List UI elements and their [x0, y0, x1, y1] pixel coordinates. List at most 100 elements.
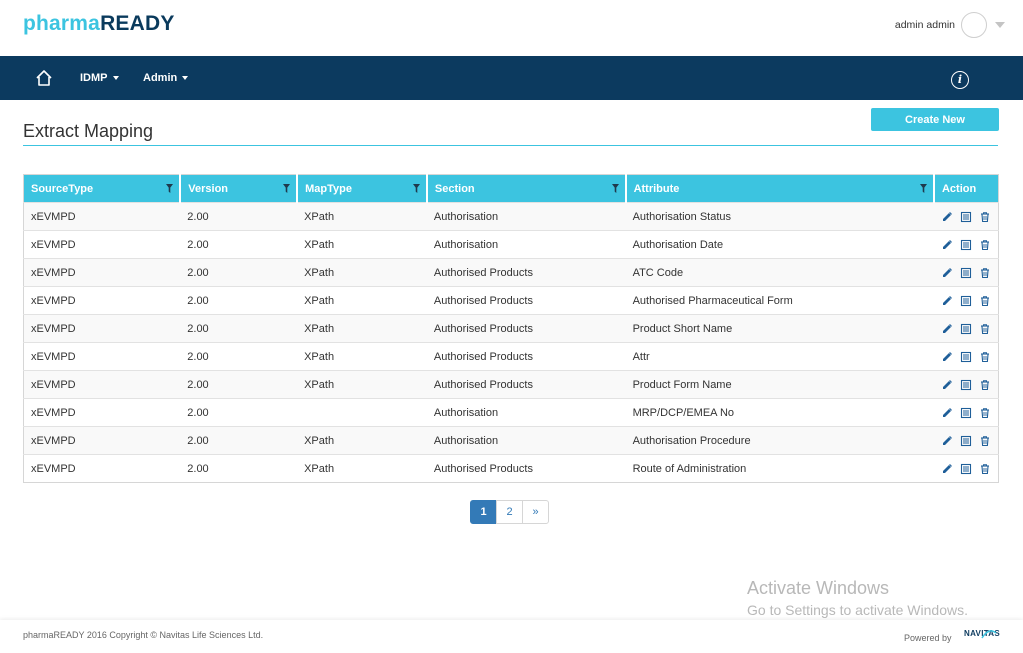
brand-logo[interactable]: pharmaREADY: [23, 12, 175, 36]
trash-icon[interactable]: [979, 463, 991, 475]
row-actions: [941, 295, 991, 307]
edit-icon[interactable]: [941, 323, 953, 335]
cell-attribute: Authorised Pharmaceutical Form: [625, 286, 934, 315]
edit-icon[interactable]: [941, 211, 953, 223]
user-menu[interactable]: admin admin: [895, 11, 1005, 39]
cell-sourcetype: xEVMPD: [23, 370, 181, 399]
trash-icon[interactable]: [979, 267, 991, 279]
row-actions: [941, 323, 991, 335]
cell-version: 2.00: [180, 314, 298, 343]
details-icon[interactable]: [960, 211, 972, 223]
edit-icon[interactable]: [941, 379, 953, 391]
cell-version: 2.00: [180, 230, 298, 259]
edit-icon[interactable]: [941, 463, 953, 475]
cell-action: [933, 286, 999, 315]
chevron-down-icon[interactable]: [995, 22, 1005, 28]
cell-sourcetype: xEVMPD: [23, 286, 181, 315]
trash-icon[interactable]: [979, 295, 991, 307]
trash-icon[interactable]: [979, 211, 991, 223]
column-header-attribute[interactable]: Attribute: [625, 174, 935, 203]
cell-version: 2.00: [180, 398, 298, 427]
cell-action: [933, 202, 999, 231]
edit-icon[interactable]: [941, 295, 953, 307]
cell-maptype: XPath: [297, 370, 427, 399]
page-footer: pharmaREADY 2016 Copyright © Navitas Lif…: [0, 620, 1023, 653]
nav-menu-idmp-label: IDMP: [80, 72, 108, 84]
create-new-button[interactable]: Create New: [871, 108, 999, 131]
cell-attribute: Authorisation Status: [625, 202, 934, 231]
row-actions: [941, 435, 991, 447]
trash-icon[interactable]: [979, 435, 991, 447]
cell-version: 2.00: [180, 370, 298, 399]
cell-attribute: Attr: [625, 342, 934, 371]
edit-icon[interactable]: [941, 407, 953, 419]
details-icon[interactable]: [960, 435, 972, 447]
info-icon[interactable]: i: [951, 71, 969, 89]
cell-action: [933, 314, 999, 343]
table-header-row: SourceType Version MapType Section Attri…: [23, 174, 999, 203]
trash-icon[interactable]: [979, 323, 991, 335]
extract-mapping-table: SourceType Version MapType Section Attri…: [23, 174, 999, 483]
nav-menu-admin[interactable]: Admin: [143, 72, 189, 84]
edit-icon[interactable]: [941, 351, 953, 363]
trash-icon[interactable]: [979, 351, 991, 363]
filter-icon[interactable]: [919, 184, 927, 193]
cell-action: [933, 370, 999, 399]
trash-icon[interactable]: [979, 407, 991, 419]
trash-icon[interactable]: [979, 239, 991, 251]
cell-version: 2.00: [180, 286, 298, 315]
table-row: xEVMPD 2.00 XPath Authorisation Authorisatio…: [23, 230, 999, 259]
column-header-section[interactable]: Section: [426, 174, 627, 203]
filter-icon[interactable]: [412, 184, 420, 193]
details-icon[interactable]: [960, 463, 972, 475]
cell-section: Authorised Products: [426, 286, 626, 315]
cell-section: Authorisation: [426, 426, 626, 455]
cell-version: 2.00: [180, 202, 298, 231]
next-page-button[interactable]: »: [522, 500, 549, 524]
cell-maptype: XPath: [297, 202, 427, 231]
details-icon[interactable]: [960, 267, 972, 279]
row-actions: [941, 379, 991, 391]
cell-version: 2.00: [180, 454, 298, 483]
powered-by-text: Powered by: [904, 633, 952, 643]
cell-action: [933, 454, 999, 483]
details-icon[interactable]: [960, 379, 972, 391]
details-icon[interactable]: [960, 239, 972, 251]
column-header-version[interactable]: Version: [180, 174, 299, 203]
cell-attribute: Authorisation Procedure: [625, 426, 934, 455]
cell-maptype: [297, 398, 427, 427]
table-body: xEVMPD 2.00 XPath Authorisation Authorisatio…: [23, 202, 999, 483]
avatar[interactable]: [961, 12, 987, 38]
edit-icon[interactable]: [941, 435, 953, 447]
filter-icon[interactable]: [283, 184, 291, 193]
cell-version: 2.00: [180, 258, 298, 287]
page-2-button[interactable]: 2: [496, 500, 523, 524]
cell-attribute: Route of Administration: [625, 454, 934, 483]
table-row: xEVMPD 2.00 XPath Authorised Products Produc…: [23, 370, 999, 399]
filter-icon[interactable]: [611, 184, 619, 193]
home-icon[interactable]: [35, 69, 53, 87]
table-row: xEVMPD 2.00 Authorisation MRP/DCP/EMEA No: [23, 398, 999, 427]
details-icon[interactable]: [960, 407, 972, 419]
cell-sourcetype: xEVMPD: [23, 258, 181, 287]
details-icon[interactable]: [960, 295, 972, 307]
cell-sourcetype: xEVMPD: [23, 426, 181, 455]
row-actions: [941, 463, 991, 475]
activation-watermark-title: Activate Windows: [747, 578, 890, 598]
column-header-label: MapType: [305, 182, 352, 195]
details-icon[interactable]: [960, 351, 972, 363]
column-header-label: SourceType: [31, 182, 94, 195]
column-header-maptype[interactable]: MapType: [297, 174, 428, 203]
edit-icon[interactable]: [941, 239, 953, 251]
trash-icon[interactable]: [979, 379, 991, 391]
nav-menu-idmp[interactable]: IDMP: [80, 72, 119, 84]
row-actions: [941, 407, 991, 419]
edit-icon[interactable]: [941, 267, 953, 279]
details-icon[interactable]: [960, 323, 972, 335]
cell-action: [933, 230, 999, 259]
cell-sourcetype: xEVMPD: [23, 398, 181, 427]
filter-icon[interactable]: [166, 184, 174, 193]
column-header-sourcetype[interactable]: SourceType: [23, 174, 182, 203]
page-1-button[interactable]: 1: [470, 500, 497, 524]
cell-attribute: Product Form Name: [625, 370, 934, 399]
